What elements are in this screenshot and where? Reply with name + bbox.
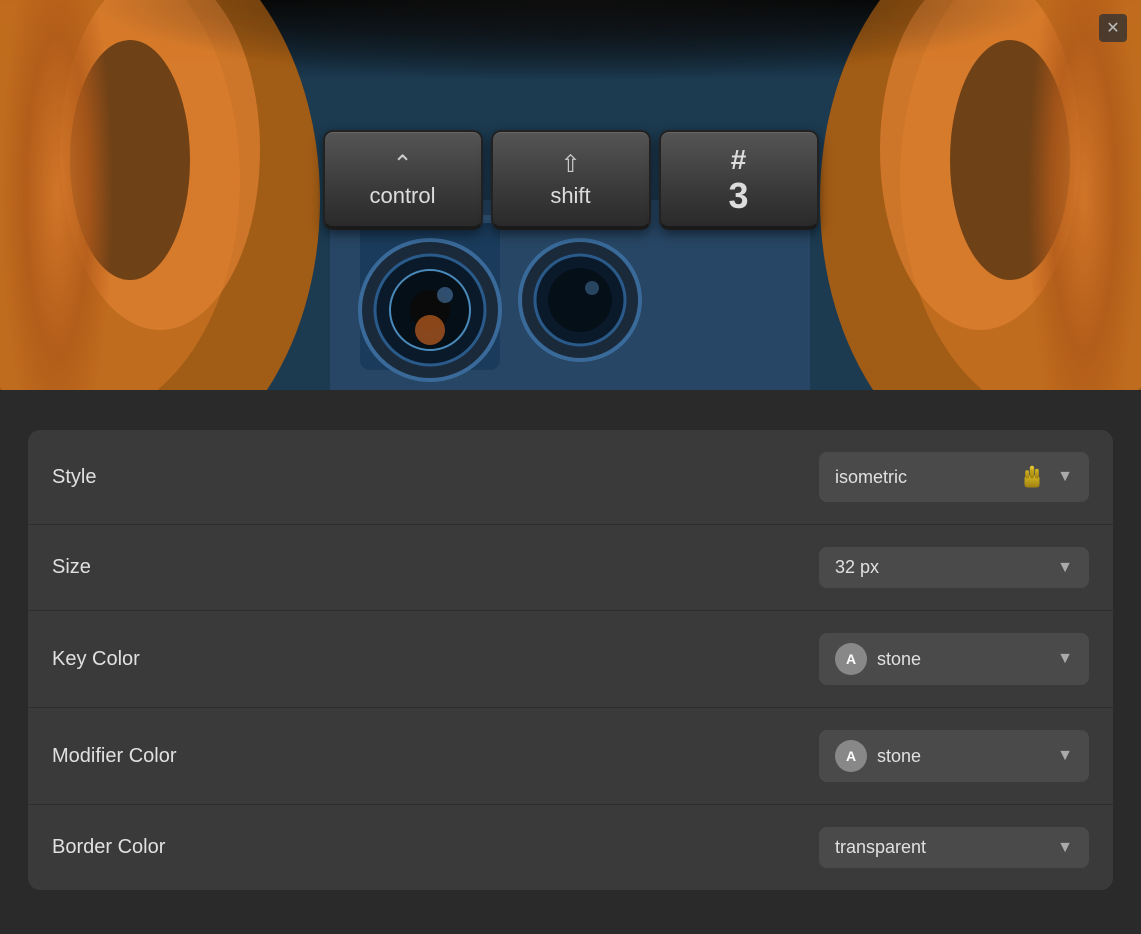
border-color-setting-row: Border Color transparent ▼	[28, 805, 1113, 890]
key-color-badge: A	[835, 643, 867, 675]
style-control[interactable]: isometric ▼	[819, 452, 1089, 502]
border-color-value: transparent	[835, 837, 1047, 858]
shift-key-icon: ⇧	[560, 150, 580, 179]
key-color-control[interactable]: A stone ▼	[819, 633, 1089, 685]
key-color-badge-text: A	[846, 651, 856, 667]
control-key-label: control	[369, 183, 435, 209]
keys-container: ⌃ control ⇧ shift # 3	[323, 130, 819, 230]
style-setting-row: Style isometric	[28, 430, 1113, 525]
modifier-color-chevron-icon: ▼	[1057, 747, 1073, 765]
shift-key: ⇧ shift	[491, 130, 651, 230]
control-key: ⌃ control	[323, 130, 483, 230]
size-control[interactable]: 32 px ▼	[819, 547, 1089, 588]
modifier-color-setting-row: Modifier Color A stone ▼	[28, 708, 1113, 805]
border-color-label: Border Color	[52, 836, 165, 859]
modifier-color-label: Modifier Color	[52, 745, 176, 768]
style-value: isometric	[835, 467, 1007, 488]
style-label: Style	[52, 466, 96, 489]
size-label: Size	[52, 556, 91, 579]
size-value: 32 px	[835, 557, 1047, 578]
modifier-color-value: stone	[877, 746, 1047, 767]
hash3-key-content: # 3	[728, 144, 748, 214]
size-setting-row: Size 32 px ▼	[28, 525, 1113, 611]
style-chevron-icon: ▼	[1057, 468, 1073, 486]
hand-cursor-icon	[1017, 462, 1047, 492]
close-button[interactable]: ✕	[1099, 14, 1127, 42]
size-chevron-icon: ▼	[1057, 559, 1073, 577]
control-key-icon: ⌃	[392, 150, 412, 179]
border-color-chevron-icon: ▼	[1057, 839, 1073, 857]
hash-symbol: #	[731, 144, 747, 176]
shift-key-label: shift	[550, 183, 590, 209]
key-color-label: Key Color	[52, 648, 140, 671]
modifier-color-badge: A	[835, 740, 867, 772]
key-color-setting-row: Key Color A stone ▼	[28, 611, 1113, 708]
key-color-chevron-icon: ▼	[1057, 650, 1073, 668]
number-3: 3	[728, 178, 748, 214]
border-color-control[interactable]: transparent ▼	[819, 827, 1089, 868]
key-color-value: stone	[877, 649, 1047, 670]
settings-panel: Style isometric	[28, 430, 1113, 890]
hash3-key: # 3	[659, 130, 819, 230]
close-icon: ✕	[1106, 18, 1119, 38]
modifier-color-control[interactable]: A stone ▼	[819, 730, 1089, 782]
modifier-color-badge-text: A	[846, 748, 856, 764]
